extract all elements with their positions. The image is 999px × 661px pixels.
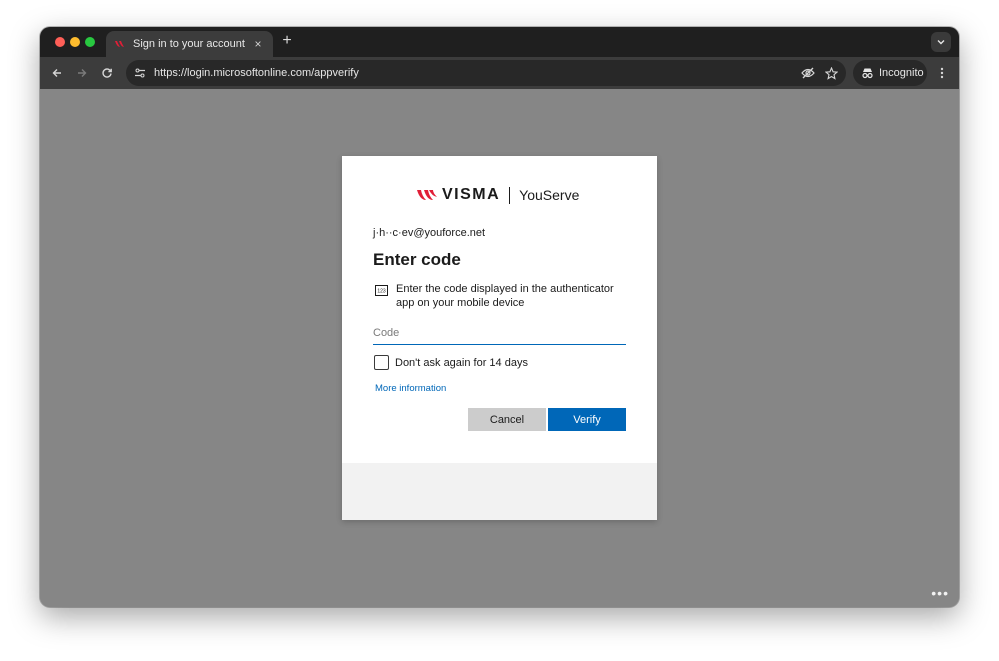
more-options-icon[interactable]: ••• [931,585,949,601]
back-button[interactable] [49,65,65,81]
star-icon[interactable] [823,65,839,81]
keypad-code-icon: 123 [375,285,388,296]
tab-search-button[interactable] [931,32,951,52]
new-tab-icon[interactable]: + [279,32,295,50]
brand-subname: YouServe [519,187,580,203]
visma-favicon-icon [115,41,124,47]
tab-title: Sign in to your account [133,38,245,50]
cancel-button[interactable]: Cancel [468,408,546,431]
page-title: Enter code [373,250,461,269]
more-information-link[interactable]: More information [375,383,446,394]
reload-button[interactable] [99,65,115,81]
minimize-window-button[interactable] [70,37,80,47]
arrow-left-icon [52,69,61,77]
brand-logo: VISMA YouServe [416,185,579,205]
maximize-window-button[interactable] [85,37,95,47]
tab-close-icon[interactable]: × [251,37,265,51]
svg-text:123: 123 [377,289,386,295]
reload-icon [102,68,112,78]
signin-card: VISMA YouServe j·h··c·ev@youforce.net En… [342,156,657,520]
site-info-icon[interactable] [132,65,148,81]
close-window-button[interactable] [55,37,65,47]
arrow-right-icon [78,69,87,77]
instruction-row: 123 Enter the code displayed in the auth… [375,282,621,310]
incognito-icon [862,68,873,79]
code-input[interactable] [373,321,626,345]
browser-window: Sign in to your account × + https://logi… [40,27,959,607]
account-email: j·h··c·ev@youforce.net [373,227,486,239]
forward-button[interactable] [74,65,90,81]
browser-toolbar: https://login.microsoftonline.com/appver… [40,57,959,89]
visma-logo-icon [417,190,437,200]
more-menu-icon[interactable] [937,65,947,81]
verify-button[interactable]: Verify [548,408,626,431]
incognito-label: Incognito [879,67,924,79]
address-bar[interactable]: https://login.microsoftonline.com/appver… [126,60,846,86]
remember-checkbox[interactable] [374,355,389,370]
tab-strip: Sign in to your account × + [40,27,959,57]
brand-divider [509,186,511,204]
brand-name: VISMA [442,186,501,203]
instruction-text: Enter the code displayed in the authenti… [396,283,614,309]
active-tab[interactable]: Sign in to your account × [106,31,273,57]
chevron-down-icon [937,40,945,45]
incognito-indicator[interactable]: Incognito [853,60,927,86]
page-viewport: VISMA YouServe j·h··c·ev@youforce.net En… [40,89,959,607]
url-text: https://login.microsoftonline.com/appver… [154,67,359,79]
card-footer [342,463,657,520]
eye-off-icon[interactable] [800,65,816,81]
remember-label[interactable]: Don't ask again for 14 days [395,357,528,369]
remember-option[interactable]: Don't ask again for 14 days [374,355,528,370]
